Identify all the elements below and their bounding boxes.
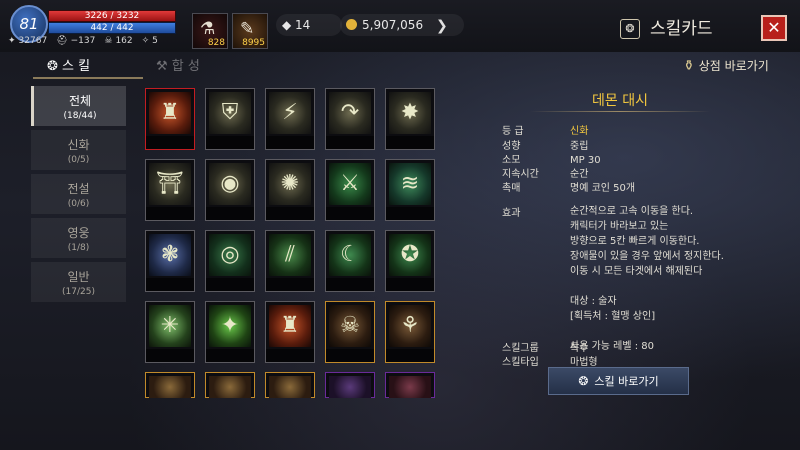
mp-bar: 442 / 442 (48, 22, 176, 34)
effect-text: 순간적으로 고속 이동을 한다. 캐릭터가 바라보고 있는 방향으로 5칸 빠르… (570, 206, 724, 352)
detail-row-type: 스킬타입 마법형 (502, 357, 598, 368)
skill-shortcut-button[interactable]: ❂ 스킬 바로가기 (548, 367, 689, 395)
power-icon: ✦ (8, 36, 16, 46)
detail-row-tendency: 성향 중립 (502, 141, 589, 152)
skillcard-icon: ❂ (620, 19, 640, 39)
effect-label: 효과 (502, 208, 521, 219)
skill-card[interactable]: ♜ (265, 301, 315, 363)
window-title: ❂ 스킬카드 (620, 14, 713, 39)
stat-row: ✦ 32767 ⛑ −137 ☠ 162 ✧ 5 (8, 36, 158, 46)
stat-3: ☠ 162 (104, 36, 133, 46)
category-mythic[interactable]: 신화 (0/5) (31, 130, 126, 170)
skill-card[interactable]: ✸ (385, 88, 435, 150)
skill-card[interactable]: ✳ (145, 301, 195, 363)
arc-arrow-icon: ↷ (340, 100, 360, 125)
sparkle-icon: ✳ (160, 313, 180, 338)
lightning-icon: ⚡ (282, 100, 298, 125)
skill-card[interactable]: ⛩ (145, 159, 195, 221)
skill-card[interactable] (265, 372, 315, 398)
skill-name: 데몬 대시 (592, 93, 648, 109)
wind-icon: ≋ (400, 171, 420, 196)
demon-figure-icon: ♜ (160, 100, 180, 125)
green-aura-icon: ✦ (220, 313, 240, 338)
skill-card[interactable]: ❃ (145, 230, 195, 292)
beast-icon: ❃ (160, 242, 180, 267)
shop-shortcut[interactable]: ⚱ 상점 바로가기 (683, 57, 769, 74)
swirl-icon: ❂ (578, 374, 589, 388)
skill-card[interactable]: ⫽ (265, 230, 315, 292)
skill-card[interactable]: ≋ (385, 159, 435, 221)
skill-card[interactable]: ✪ (385, 230, 435, 292)
skill-card[interactable]: ◎ (205, 230, 255, 292)
shield-icon: ⛨ (221, 100, 239, 125)
scroll-slot[interactable]: ✎ 8995 (232, 13, 268, 49)
skill-card[interactable]: ✦ (205, 301, 255, 363)
title-divider (530, 111, 710, 112)
slash-icon: ⫽ (285, 242, 295, 267)
tab-skill[interactable]: ❂ 스 킬 (33, 55, 143, 79)
detail-row-group: 스킬그룹 특수 (502, 343, 589, 354)
bag-icon: ⚱ (683, 58, 695, 74)
altar-icon: ⛩ (156, 171, 184, 196)
crystal-icon: ◆ (282, 18, 296, 32)
skill-card[interactable]: ⚡ (265, 88, 315, 150)
burst-icon: ✸ (400, 100, 420, 125)
skill-card[interactable]: ⚔ (325, 159, 375, 221)
gear-burst-icon: ✺ (280, 171, 300, 196)
chevron-right-icon[interactable]: ❯ (436, 18, 448, 34)
tab-synth[interactable]: ⚒ 합 성 (156, 55, 200, 74)
category-all[interactable]: 전체 (18/44) (31, 86, 126, 126)
skill-card[interactable]: ✺ (265, 159, 315, 221)
skill-card[interactable]: ♜ (145, 88, 195, 150)
skull-icon: ☠ (104, 36, 113, 46)
crystal-currency: ◆ 14 (276, 14, 342, 36)
green-eye-icon: ◎ (220, 242, 240, 267)
potion-slot[interactable]: ⚗ 828 (192, 13, 228, 49)
skill-card[interactable] (205, 372, 255, 398)
top-hud: 81 3226 / 3232 442 / 442 ✦ 32767 ⛑ −137 ☠ 1… (0, 0, 800, 52)
swirl-icon: ❂ (47, 59, 63, 74)
skill-card[interactable] (145, 372, 195, 398)
scroll-icon: ✎ (240, 19, 255, 39)
stat-4: ✧ 5 (141, 36, 158, 46)
detail-row-grade: 등 급 신화 (502, 126, 589, 137)
skill-card[interactable]: ↷ (325, 88, 375, 150)
category-hero[interactable]: 영웅 (1/8) (31, 218, 126, 258)
eye-icon: ◉ (220, 171, 240, 196)
skull-icon: ☠ (340, 313, 360, 338)
skill-card[interactable] (325, 372, 375, 398)
crescent-icon: ☾ (340, 242, 360, 267)
category-normal[interactable]: 일반 (17/25) (31, 262, 126, 302)
hammer-icon: ⚒ (156, 59, 172, 74)
skill-card[interactable]: ◉ (205, 159, 255, 221)
category-sidebar: 전체 (18/44) 신화 (0/5) 전설 (0/6) 영웅 (1/8) 일반 (17/… (31, 86, 126, 306)
detail-row-cost: 소모 MP 30 (502, 155, 601, 166)
coin-icon (346, 19, 357, 30)
skill-card[interactable] (385, 372, 435, 398)
detail-row-catalyst: 촉매 명예 코인 50개 (502, 183, 636, 194)
skill-card[interactable]: ☠ (325, 301, 375, 363)
potion-icon: ⚗ (200, 19, 216, 39)
boot-icon: ⚘ (400, 313, 420, 338)
skill-card[interactable]: ☾ (325, 230, 375, 292)
skill-card[interactable]: ⛨ (205, 88, 255, 150)
close-button[interactable]: ✕ (761, 15, 787, 41)
detail-row-duration: 지속시간 순간 (502, 169, 589, 180)
helmet-icon: ⛑ (56, 36, 68, 46)
stat-2: ⛑ −137 (56, 36, 96, 46)
rune-icon: ✧ (141, 36, 150, 46)
swirl-icon: ✪ (400, 242, 420, 267)
skill-card[interactable]: ⚘ (385, 301, 435, 363)
category-legendary[interactable]: 전설 (0/6) (31, 174, 126, 214)
crossed-swords-icon: ⚔ (340, 171, 360, 196)
stat-1: ✦ 32767 (8, 36, 48, 46)
flame-figure-icon: ♜ (280, 313, 300, 338)
hp-bar: 3226 / 3232 (48, 10, 176, 22)
tab-bar: ❂ 스 킬 ⚒ 합 성 ⚱ 상점 바로가기 (0, 52, 800, 79)
